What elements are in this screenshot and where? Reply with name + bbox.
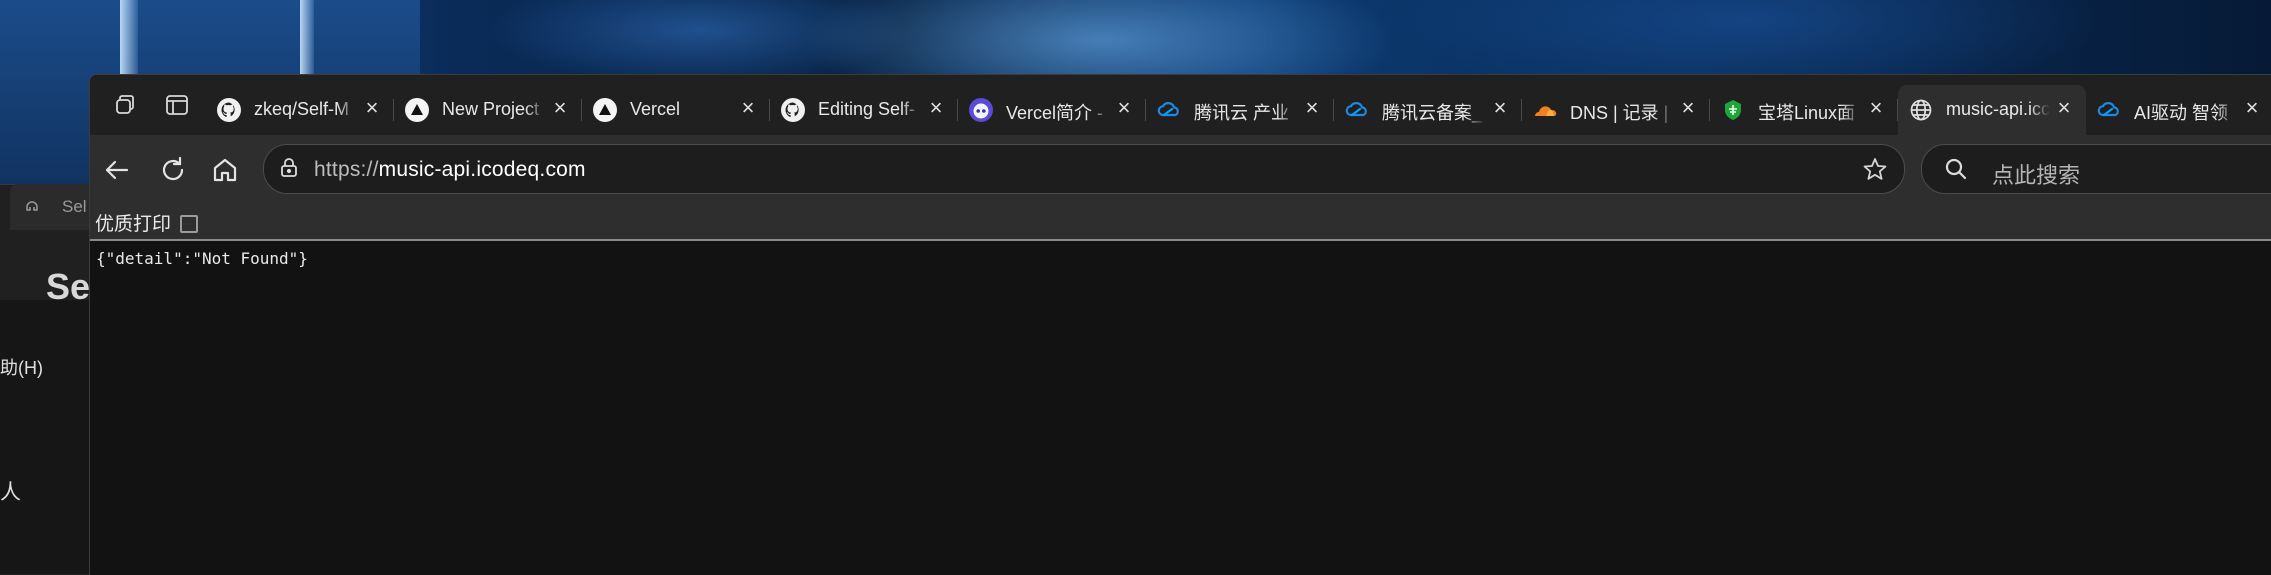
refresh-button[interactable]	[156, 153, 190, 187]
vertical-tabs-icon[interactable]	[163, 91, 191, 119]
background-tab-title: Sel	[62, 197, 87, 216]
close-tab-icon[interactable]: ×	[2054, 97, 2074, 119]
cloudflare-icon	[1532, 97, 1558, 123]
tencent-cloud-icon	[2096, 97, 2122, 123]
tab-label: Vercel	[630, 99, 681, 119]
github-icon	[216, 97, 242, 123]
close-tab-icon[interactable]: ×	[738, 97, 758, 119]
close-tab-icon[interactable]: ×	[1678, 97, 1698, 119]
browser-toolbar: https://music-api.icodeq.com 点此搜索	[90, 135, 2271, 205]
url-scheme: https://	[314, 158, 379, 181]
close-tab-icon[interactable]: ×	[2242, 97, 2262, 119]
tab-label: 腾讯云 产业	[1194, 103, 1290, 123]
tab-label: music-api.icc	[1946, 99, 2050, 119]
browser-window: zkeq/Self-M × New Project × Vercel × Editing S…	[89, 74, 2271, 575]
bookmarks-bar: 优质打印	[90, 205, 2271, 241]
tab-3[interactable]: Vercel ×	[582, 85, 770, 133]
back-button[interactable]	[100, 153, 134, 187]
lock-icon[interactable]	[278, 157, 300, 179]
tab-label: DNS | 记录 |	[1570, 103, 1669, 123]
tab-label: Vercel简介 -	[1006, 103, 1104, 123]
tab-6[interactable]: 腾讯云 产业 ×	[1146, 85, 1334, 133]
tab-strip: zkeq/Self-M × New Project × Vercel × Editing S…	[90, 75, 2271, 135]
search-box[interactable]: 点此搜索	[1921, 144, 2271, 194]
app-icon	[24, 198, 40, 214]
close-tab-icon[interactable]: ×	[550, 97, 570, 119]
close-tab-icon[interactable]: ×	[1114, 97, 1134, 119]
bot-icon	[968, 97, 994, 123]
close-tab-icon[interactable]: ×	[362, 97, 382, 119]
search-icon	[1944, 157, 1968, 181]
workspaces-icon[interactable]	[110, 91, 138, 119]
close-tab-icon[interactable]: ×	[1490, 97, 1510, 119]
background-window-heading: Se	[46, 266, 91, 307]
background-window-panel	[0, 300, 90, 574]
tab-label: New Project	[442, 99, 540, 119]
globe-icon	[1908, 97, 1934, 123]
tab-label: 腾讯云备案_	[1382, 103, 1483, 123]
background-window-menu-help[interactable]: 助(H)	[0, 354, 43, 380]
tab-4[interactable]: Editing Self- ×	[770, 85, 958, 133]
tab-label: Editing Self-	[818, 99, 916, 119]
close-tab-icon[interactable]: ×	[926, 97, 946, 119]
address-bar[interactable]: https://music-api.icodeq.com	[263, 144, 1905, 194]
github-icon	[780, 97, 806, 123]
url-domain: music-api.icodeq.com	[378, 158, 586, 181]
tab-7[interactable]: 腾讯云备案_ ×	[1334, 85, 1522, 133]
tab-1[interactable]: zkeq/Self-M ×	[206, 85, 394, 133]
vercel-icon	[592, 97, 618, 123]
search-placeholder: 点此搜索	[1992, 163, 2081, 188]
tab-10[interactable]: music-api.icc ×	[1898, 85, 2086, 135]
close-tab-icon[interactable]: ×	[1302, 97, 1322, 119]
vercel-icon	[404, 97, 430, 123]
home-button[interactable]	[208, 153, 242, 187]
tab-label: 宝塔Linux面	[1758, 103, 1856, 123]
tab-label: AI驱动 智领	[2134, 103, 2229, 123]
tab-11[interactable]: AI驱动 智领 ×	[2086, 85, 2271, 133]
tab-2[interactable]: New Project ×	[394, 85, 582, 133]
tab-5[interactable]: Vercel简介 - ×	[958, 85, 1146, 133]
json-response: {"detail":"Not Found"}	[96, 249, 308, 268]
url-text[interactable]: https://music-api.icodeq.com	[314, 158, 586, 182]
tencent-cloud-icon	[1344, 97, 1370, 123]
background-window-text: 人	[0, 481, 21, 504]
page-content: {"detail":"Not Found"}	[90, 241, 2271, 575]
tab-8[interactable]: DNS | 记录 | ×	[1522, 85, 1710, 133]
bookmark-checkbox[interactable]	[180, 215, 198, 233]
tab-label: zkeq/Self-M	[254, 99, 350, 119]
tencent-cloud-icon	[1156, 97, 1182, 123]
close-tab-icon[interactable]: ×	[1866, 97, 1886, 119]
bookmark-item[interactable]: 优质打印	[95, 209, 171, 236]
baota-icon	[1720, 97, 1746, 123]
favorite-star-icon[interactable]	[1862, 156, 1888, 182]
tab-9[interactable]: 宝塔Linux面 ×	[1710, 85, 1898, 133]
